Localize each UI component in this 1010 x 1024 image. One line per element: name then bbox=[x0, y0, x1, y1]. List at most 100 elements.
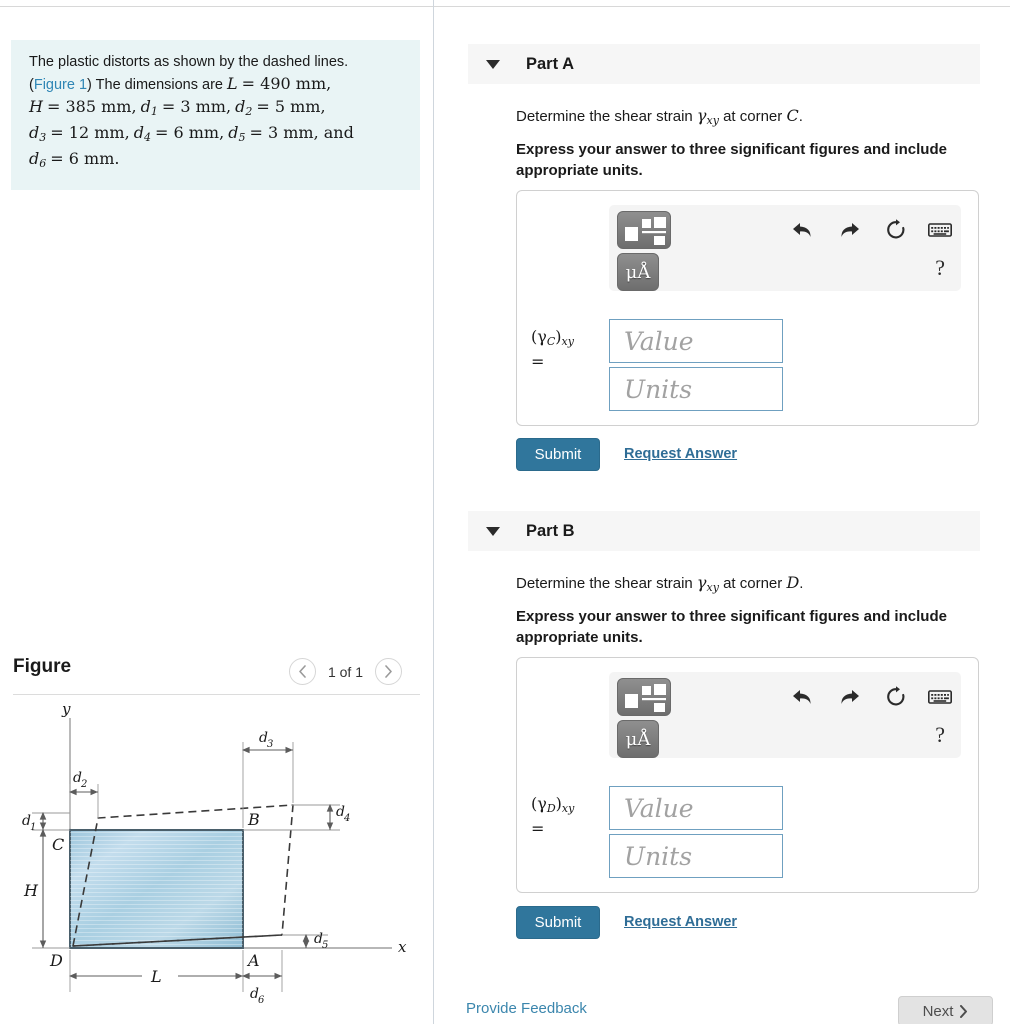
part-a-request-answer-link[interactable]: Request Answer bbox=[624, 446, 737, 462]
math-template-icon[interactable] bbox=[617, 211, 671, 249]
provide-feedback-link[interactable]: Provide Feedback bbox=[466, 1000, 587, 1017]
problem-line-2: (Figure 1) The dimensions are L = 490 mm… bbox=[29, 73, 406, 96]
part-b-prompt-end: . bbox=[799, 575, 804, 592]
part-a-header[interactable]: Part A bbox=[468, 44, 980, 84]
part-b-value-input[interactable]: Value bbox=[609, 786, 783, 830]
chevron-right-icon bbox=[385, 665, 392, 678]
dim-sub-d5: 5 bbox=[238, 131, 246, 144]
dim-val-d5: = 3 mm, and bbox=[249, 123, 354, 142]
dim-val-d6: = 6 mm. bbox=[50, 149, 120, 168]
help-button[interactable]: ? bbox=[935, 722, 945, 748]
part-b-header[interactable]: Part B bbox=[468, 511, 980, 551]
dim-val-L: = 490 mm, bbox=[241, 74, 332, 93]
part-a-gamma-sub: xy bbox=[706, 114, 719, 127]
figure-diagram[interactable]: y x d 2 d 1 d 3 d 4 d 5 H L d 6 C B D A bbox=[10, 700, 425, 1024]
part-a-answer-symbol: (γC)xy = bbox=[531, 327, 574, 372]
part-a-value-placeholder: Value bbox=[624, 326, 694, 356]
part-b-corner-label: D bbox=[786, 573, 800, 592]
part-a-units-input[interactable]: Units bbox=[609, 367, 783, 411]
keyboard-glyph-icon bbox=[928, 690, 952, 704]
problem-line-5: d6 = 6 mm. bbox=[29, 148, 406, 174]
figure-title: Figure bbox=[13, 656, 72, 677]
part-a-sym-main: (γ bbox=[531, 327, 547, 346]
part-b-sym-xy: xy bbox=[561, 802, 575, 815]
dim-sym-d6: d bbox=[29, 149, 40, 168]
template-glyph-icon bbox=[625, 684, 666, 712]
figure-next-button[interactable] bbox=[375, 658, 402, 685]
dim-sub-d3: 3 bbox=[39, 131, 47, 144]
part-b-sym-sub: D bbox=[546, 802, 556, 815]
units-icon[interactable]: μÅ bbox=[617, 720, 659, 758]
part-b-instruction: Express your answer to three significant… bbox=[516, 608, 947, 646]
svg-text:5: 5 bbox=[322, 940, 328, 951]
part-b-title: Part B bbox=[526, 521, 575, 540]
dim-sym-d5: d bbox=[228, 123, 239, 142]
part-a-math-toolbar: μÅ ? bbox=[609, 205, 961, 291]
caret-down-icon[interactable] bbox=[486, 59, 500, 69]
part-a-submit-button[interactable]: Submit bbox=[516, 438, 600, 471]
part-b-answer-box: μÅ ? (γD)xy = Value Units bbox=[516, 657, 979, 893]
dim-val-d3: = 12 mm, bbox=[50, 123, 130, 142]
svg-text:6: 6 bbox=[258, 995, 265, 1006]
undo-arrow-icon[interactable] bbox=[787, 682, 817, 712]
part-a-sym-sub: C bbox=[546, 335, 556, 348]
part-a-prompt-mid: at corner bbox=[718, 108, 787, 125]
figure-page-indicator: 1 of 1 bbox=[327, 663, 363, 680]
next-button-label: Next bbox=[922, 1002, 954, 1020]
keyboard-glyph-icon bbox=[928, 223, 952, 237]
dim-val-H: = 385 mm, bbox=[46, 97, 137, 116]
part-b-prompt-pre: Determine the shear strain bbox=[516, 575, 697, 592]
part-b-value-placeholder: Value bbox=[624, 793, 694, 823]
math-template-icon[interactable] bbox=[617, 678, 671, 716]
problem-line-3: H = 385 mm, d1 = 3 mm, d2 = 5 mm, bbox=[29, 96, 406, 122]
problem-line-1: The plastic distorts as shown by the das… bbox=[29, 54, 349, 70]
part-a-prompt-end: . bbox=[798, 108, 803, 125]
dim-sym-d3: d bbox=[29, 123, 40, 142]
left-column: The plastic distorts as shown by the das… bbox=[0, 0, 433, 1024]
redo-arrow-icon[interactable] bbox=[835, 215, 865, 245]
reset-glyph-icon bbox=[887, 219, 905, 239]
units-label: μÅ bbox=[625, 728, 651, 750]
keyboard-icon[interactable] bbox=[925, 682, 955, 712]
dim-sym-H: H bbox=[29, 97, 43, 116]
undo-arrow-icon[interactable] bbox=[787, 215, 817, 245]
undo-glyph-icon bbox=[793, 690, 811, 704]
part-b-sym-main: (γ bbox=[531, 794, 547, 813]
part-b-units-input[interactable]: Units bbox=[609, 834, 783, 878]
keyboard-icon[interactable] bbox=[925, 215, 955, 245]
svg-text:y: y bbox=[61, 700, 71, 718]
caret-down-icon[interactable] bbox=[486, 526, 500, 536]
figure-divider bbox=[13, 694, 420, 695]
svg-text:C: C bbox=[52, 835, 64, 854]
figure-1-link[interactable]: Figure 1 bbox=[34, 77, 87, 93]
dim-val-d2: = 5 mm, bbox=[256, 97, 326, 116]
reset-circular-arrow-icon[interactable] bbox=[881, 682, 911, 712]
dim-val-d4: = 6 mm, bbox=[154, 123, 225, 142]
part-a-sym-xy: xy bbox=[561, 335, 574, 348]
redo-glyph-icon bbox=[841, 223, 859, 237]
reset-circular-arrow-icon[interactable] bbox=[881, 215, 911, 245]
dim-sub-d4: 4 bbox=[143, 131, 151, 144]
part-b-units-placeholder: Units bbox=[624, 841, 693, 871]
next-button[interactable]: Next bbox=[898, 996, 993, 1024]
help-button[interactable]: ? bbox=[935, 255, 945, 281]
redo-arrow-icon[interactable] bbox=[835, 682, 865, 712]
right-column: Part A Determine the shear strain γxy at… bbox=[434, 0, 1010, 1024]
part-a-prompt-pre: Determine the shear strain bbox=[516, 108, 697, 125]
svg-text:x: x bbox=[398, 938, 407, 956]
part-a-symbol-line: (γC)xy bbox=[531, 327, 574, 352]
part-a-value-input[interactable]: Value bbox=[609, 319, 783, 363]
figure-prev-button[interactable] bbox=[288, 658, 316, 685]
template-glyph-icon bbox=[625, 217, 666, 245]
dim-val-d1: = 3 mm, bbox=[161, 97, 232, 116]
part-b-math-toolbar: μÅ ? bbox=[609, 672, 961, 758]
part-b-symbol-line: (γD)xy bbox=[531, 794, 574, 819]
dim-sym-d2: d bbox=[235, 97, 246, 116]
units-label: μÅ bbox=[625, 261, 651, 283]
problem-page: The plastic distorts as shown by the das… bbox=[0, 0, 1010, 1024]
part-b-submit-button[interactable]: Submit bbox=[516, 906, 600, 939]
undo-glyph-icon bbox=[793, 223, 811, 237]
dim-sub-d1: 1 bbox=[150, 105, 158, 118]
part-b-request-answer-link[interactable]: Request Answer bbox=[624, 914, 737, 930]
units-icon[interactable]: μÅ bbox=[617, 253, 659, 291]
